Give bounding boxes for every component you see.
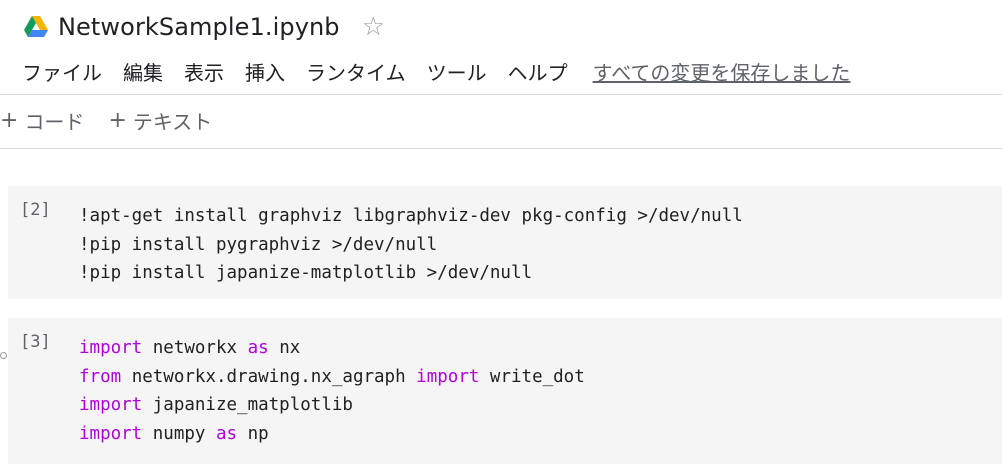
code-text: np xyxy=(237,423,269,444)
cell-toolbar: + コード + テキスト xyxy=(0,104,236,136)
colab-window: NetworkSample1.ipynb ☆ ファイル 編集 表示 挿入 ランタ… xyxy=(0,0,1002,474)
add-text-label: テキスト xyxy=(132,109,213,134)
code-text: write_dot xyxy=(479,366,585,387)
plus-icon: + xyxy=(0,107,19,133)
keyword: from xyxy=(79,366,122,387)
star-outline-icon[interactable]: ☆ xyxy=(362,14,385,40)
keyword: as xyxy=(247,338,269,358)
code-line: from networkx.drawing.nx_agraph import w… xyxy=(79,363,585,392)
keyword: import xyxy=(79,395,143,415)
code-cell[interactable]: [3] import networkx as nx from networkx.… xyxy=(8,318,1002,464)
code-line: !pip install pygraphviz >/dev/null xyxy=(79,234,438,255)
keyword: import xyxy=(79,338,143,358)
save-status-link[interactable]: すべての変更を保存しました xyxy=(593,57,851,86)
notebook-title[interactable]: NetworkSample1.ipynb xyxy=(58,13,340,41)
add-code-label: コード xyxy=(24,109,85,134)
code-line: !pip install japanize-matplotlib >/dev/n… xyxy=(79,263,533,283)
code-text: networkx.drawing.nx_agraph xyxy=(121,366,417,387)
code-line: !apt-get install graphviz libgraphviz-de… xyxy=(79,206,743,226)
google-drive-icon[interactable] xyxy=(24,16,48,38)
code-editor[interactable]: import networkx as nx from networkx.draw… xyxy=(79,334,585,448)
code-text: japanize_matplotlib xyxy=(142,395,353,415)
keyword: import xyxy=(416,366,480,387)
menu-tools[interactable]: ツール xyxy=(427,57,487,86)
add-code-button[interactable]: + コード xyxy=(0,106,84,135)
code-line: import networkx as nx xyxy=(79,334,585,363)
menu-bar: ファイル 編集 表示 挿入 ランタイム ツール ヘルプ すべての変更を保存しまし… xyxy=(22,56,850,86)
toolbar-divider xyxy=(0,148,1002,149)
header-divider xyxy=(0,94,1002,95)
title-row: NetworkSample1.ipynb ☆ xyxy=(24,10,385,44)
code-text: numpy xyxy=(142,423,216,444)
code-line: import numpy as np xyxy=(79,420,585,449)
execution-count[interactable]: [2] xyxy=(20,200,51,220)
menu-help[interactable]: ヘルプ xyxy=(508,57,568,86)
menu-edit[interactable]: 編集 xyxy=(123,57,163,86)
keyword: import xyxy=(79,423,143,444)
menu-runtime[interactable]: ランタイム xyxy=(306,57,406,86)
menu-file[interactable]: ファイル xyxy=(22,57,102,86)
menu-insert[interactable]: 挿入 xyxy=(245,57,285,86)
cell-focus-indicator xyxy=(0,352,7,359)
code-cell[interactable]: [2] !apt-get install graphviz libgraphvi… xyxy=(8,186,1002,299)
add-text-button[interactable]: + テキスト xyxy=(108,106,212,135)
execution-count[interactable]: [3] xyxy=(20,332,51,352)
code-text: networkx xyxy=(142,338,248,358)
code-text: nx xyxy=(268,338,301,358)
keyword: as xyxy=(215,423,238,444)
plus-icon: + xyxy=(108,107,127,133)
menu-view[interactable]: 表示 xyxy=(184,57,224,86)
code-line: import japanize_matplotlib xyxy=(79,391,585,420)
code-editor[interactable]: !apt-get install graphviz libgraphviz-de… xyxy=(79,202,743,288)
